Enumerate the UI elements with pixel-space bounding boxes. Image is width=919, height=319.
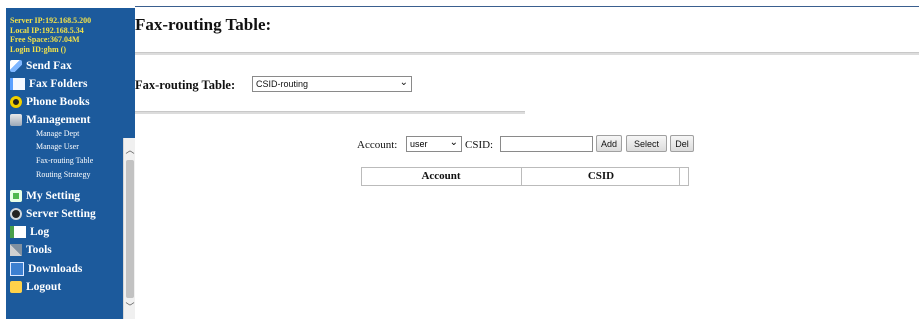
sub-item-routing-strategy[interactable]: Routing Strategy	[36, 170, 90, 179]
sidebar-item-tools[interactable]: Tools	[10, 241, 122, 259]
sidebar-item-label: Management	[26, 114, 91, 126]
sidebar-item-management[interactable]: Management	[10, 111, 122, 129]
column-header-csid: CSID	[521, 168, 680, 185]
sidebar-scrollbar[interactable]: ︿ ﹀	[123, 138, 135, 319]
account-select-value: user	[410, 139, 428, 149]
table-column-end	[679, 168, 680, 185]
sidebar-item-my-setting[interactable]: My Setting	[10, 187, 122, 205]
chevron-down-icon: ⌄	[399, 77, 408, 88]
account-select[interactable]: user ⌄	[406, 136, 462, 152]
sidebar-item-logout[interactable]: Logout	[10, 278, 122, 296]
header-divider	[135, 52, 919, 55]
sidebar-item-log[interactable]: Log	[10, 223, 122, 241]
logout-icon	[10, 281, 22, 293]
routing-type-label: Fax-routing Table:	[135, 78, 236, 92]
routing-type-value: CSID-routing	[256, 79, 309, 89]
sidebar-item-send-fax[interactable]: Send Fax	[10, 57, 122, 75]
routing-table: Account CSID	[361, 167, 689, 186]
sidebar-item-fax-folders[interactable]: Fax Folders	[10, 75, 122, 93]
top-divider	[135, 6, 919, 7]
sidebar-item-label: Send Fax	[26, 60, 72, 72]
scroll-up-icon[interactable]: ︿	[124, 144, 135, 158]
phone-book-icon	[10, 96, 22, 108]
download-icon	[10, 262, 24, 276]
account-label: Account:	[357, 139, 398, 151]
column-header-account: Account	[421, 170, 461, 182]
sub-item-manage-user[interactable]: Manage User	[36, 142, 79, 151]
routing-type-select[interactable]: CSID-routing ⌄	[252, 76, 412, 92]
server-info: Server IP:192.168.5.200 Local IP:192.168…	[6, 16, 130, 54]
free-space-text: Free Space:367.04M	[10, 35, 80, 45]
sub-item-manage-dept[interactable]: Manage Dept	[36, 129, 79, 138]
log-icon	[10, 226, 26, 238]
sidebar-item-downloads[interactable]: Downloads	[10, 260, 122, 278]
sidebar-item-label: Downloads	[28, 263, 83, 275]
select-button[interactable]: Select	[626, 135, 667, 152]
sidebar-item-label: Fax Folders	[29, 78, 88, 90]
sidebar-item-label: Tools	[26, 244, 52, 256]
form-divider	[135, 111, 525, 114]
chevron-down-icon: ⌄	[449, 137, 458, 148]
csid-label: CSID:	[465, 139, 494, 151]
csid-input[interactable]	[500, 136, 593, 152]
folder-icon	[10, 78, 25, 90]
sidebar-item-label: Server Setting	[26, 208, 96, 220]
sidebar-item-label: Log	[30, 226, 50, 238]
login-id-text: Login ID:ghm ()	[10, 44, 67, 54]
delete-button[interactable]: Del	[670, 135, 694, 152]
sidebar-item-label: Logout	[26, 281, 62, 293]
sidebar-item-label: Phone Books	[26, 96, 90, 108]
settings-icon	[10, 190, 22, 202]
sidebar-item-phone-books[interactable]: Phone Books	[10, 93, 122, 111]
tools-icon	[10, 244, 22, 256]
sidebar-item-server-setting[interactable]: Server Setting	[10, 205, 122, 223]
sidebar-item-label: My Setting	[26, 190, 80, 202]
scrollbar-thumb[interactable]	[126, 160, 134, 298]
add-button[interactable]: Add	[596, 135, 622, 152]
sub-item-fax-routing-table[interactable]: Fax-routing Table	[36, 156, 93, 165]
sidebar: Server IP:192.168.5.200 Local IP:192.168…	[6, 8, 135, 319]
scroll-down-icon[interactable]: ﹀	[124, 301, 135, 315]
management-icon	[10, 114, 22, 126]
send-fax-icon	[10, 60, 22, 72]
page-title: Fax-routing Table:	[135, 15, 272, 34]
local-ip-text: Local IP:192.168.5.34	[10, 25, 84, 35]
server-icon	[10, 208, 22, 220]
server-ip-text: Server IP:192.168.5.200	[10, 16, 92, 25]
